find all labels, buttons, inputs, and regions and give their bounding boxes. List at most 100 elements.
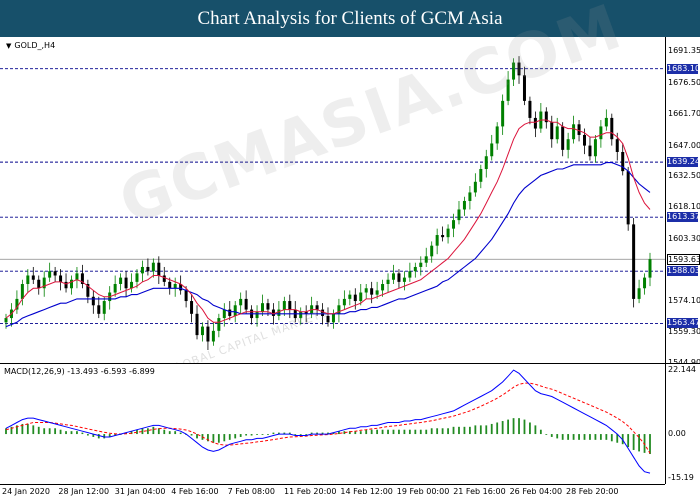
candle-body bbox=[173, 284, 177, 289]
candle-body bbox=[195, 313, 199, 336]
price-axis: 1691.35 1676.50 1661.70 1647.00 1632.50 1618.… bbox=[665, 37, 700, 367]
macd-histogram-bar bbox=[496, 422, 499, 435]
candle-body bbox=[648, 259, 652, 278]
candle-body bbox=[331, 313, 335, 323]
candle-body bbox=[206, 326, 210, 342]
macd-chart bbox=[5, 369, 651, 474]
macd-histogram-bar bbox=[250, 434, 253, 436]
macd-histogram-bar bbox=[490, 423, 493, 435]
candle-body bbox=[282, 301, 286, 310]
fast-moving-average bbox=[5, 119, 651, 323]
macd-histogram-bar bbox=[359, 431, 362, 435]
candle-body bbox=[359, 292, 363, 302]
macd-histogram-bar bbox=[507, 419, 510, 435]
macd-histogram-bar bbox=[256, 434, 258, 435]
candle-body bbox=[91, 296, 95, 306]
candle-body bbox=[266, 303, 270, 310]
candle-body bbox=[419, 262, 423, 267]
candle-body bbox=[528, 100, 532, 118]
candle-body bbox=[48, 271, 52, 278]
macd-histogram-bar bbox=[583, 434, 586, 440]
macd-histogram-bar bbox=[649, 434, 651, 455]
price-tick-label: 1632.50 bbox=[668, 171, 700, 181]
candle-body bbox=[157, 262, 161, 276]
candle-body bbox=[151, 262, 155, 272]
macd-histogram-bar bbox=[387, 429, 389, 435]
macd-histogram-bar bbox=[430, 428, 433, 435]
macd-histogram-bar bbox=[97, 434, 100, 439]
candle-body bbox=[233, 305, 237, 316]
macd-histogram-bar bbox=[539, 429, 542, 435]
price-chart-panel[interactable] bbox=[0, 37, 665, 363]
candle-body bbox=[397, 273, 401, 282]
macd-histogram-bar bbox=[157, 428, 160, 435]
macd-histogram-bar bbox=[163, 429, 166, 435]
candle-body bbox=[495, 126, 499, 144]
time-tick-label: 7 Feb 08:00 bbox=[227, 487, 275, 496]
time-tick-label: 4 Feb 16:00 bbox=[171, 487, 219, 496]
time-tick-label: 28 Jan 12:00 bbox=[58, 487, 110, 496]
macd-histogram-bar bbox=[468, 426, 471, 435]
macd-histogram-bar bbox=[174, 431, 177, 435]
candle-body bbox=[20, 284, 24, 299]
candle-body bbox=[190, 301, 194, 314]
candle-body bbox=[26, 275, 30, 285]
macd-histogram-bar bbox=[223, 434, 226, 442]
triangle-down-icon[interactable]: ▼ bbox=[6, 42, 11, 50]
candle-body bbox=[593, 139, 597, 157]
candle-body bbox=[572, 124, 576, 140]
candle-body bbox=[473, 181, 477, 193]
macd-histogram-bar bbox=[168, 431, 171, 435]
candle-body bbox=[517, 62, 521, 76]
candle-body bbox=[37, 279, 41, 289]
symbol-label[interactable]: ▼ GOLD_,H4 bbox=[6, 41, 55, 50]
macd-panel[interactable] bbox=[0, 364, 665, 484]
macd-histogram-bar bbox=[452, 426, 455, 435]
macd-histogram-bar bbox=[485, 425, 488, 435]
time-tick-label: 14 Feb 12:00 bbox=[340, 487, 393, 496]
macd-histogram-bar bbox=[228, 434, 231, 440]
current-price-tag: 1593.63 bbox=[667, 254, 700, 266]
price-tick-label: 1559.30 bbox=[668, 327, 700, 337]
candle-body bbox=[200, 326, 204, 336]
macd-histogram-bar bbox=[518, 418, 520, 435]
candle-body bbox=[468, 192, 472, 201]
slow-moving-average bbox=[5, 162, 651, 328]
candle-body bbox=[288, 301, 292, 310]
macd-histogram-bar bbox=[419, 429, 422, 435]
candle-body bbox=[342, 298, 346, 306]
macd-histogram-bar bbox=[561, 434, 564, 440]
macd-histogram-bar bbox=[610, 434, 613, 442]
price-tick-label: 1603.30 bbox=[668, 233, 700, 243]
candle-body bbox=[413, 266, 417, 272]
candle-body bbox=[522, 75, 526, 101]
price-tick-label: 1676.50 bbox=[668, 77, 700, 87]
macd-histogram-bar bbox=[474, 425, 477, 435]
candle-body bbox=[490, 143, 494, 157]
candle-body bbox=[244, 298, 248, 310]
candle-body bbox=[550, 122, 554, 140]
candle-body bbox=[168, 281, 172, 289]
candle-body bbox=[626, 171, 630, 225]
macd-histogram-bar bbox=[267, 434, 269, 435]
candle-body bbox=[484, 156, 488, 170]
macd-histogram-bar bbox=[567, 434, 570, 440]
candle-body bbox=[408, 271, 412, 278]
macd-histogram-bar bbox=[294, 434, 297, 435]
candle-body bbox=[326, 315, 330, 323]
macd-histogram-bar bbox=[599, 434, 602, 440]
macd-histogram-bar bbox=[550, 434, 553, 437]
macd-histogram-bar bbox=[54, 428, 57, 435]
candle-body bbox=[430, 245, 434, 257]
candle-body bbox=[140, 266, 144, 274]
macd-histogram-bar bbox=[365, 429, 368, 435]
candle-body bbox=[135, 273, 139, 282]
time-tick-label: 24 Jan 2020 bbox=[2, 487, 50, 496]
price-chart bbox=[0, 56, 665, 351]
macd-histogram-bar bbox=[217, 434, 220, 443]
candle-body bbox=[506, 79, 510, 101]
candle-body bbox=[255, 311, 259, 319]
candle-body bbox=[217, 318, 221, 331]
candle-body bbox=[632, 224, 636, 299]
candle-body bbox=[381, 284, 385, 291]
